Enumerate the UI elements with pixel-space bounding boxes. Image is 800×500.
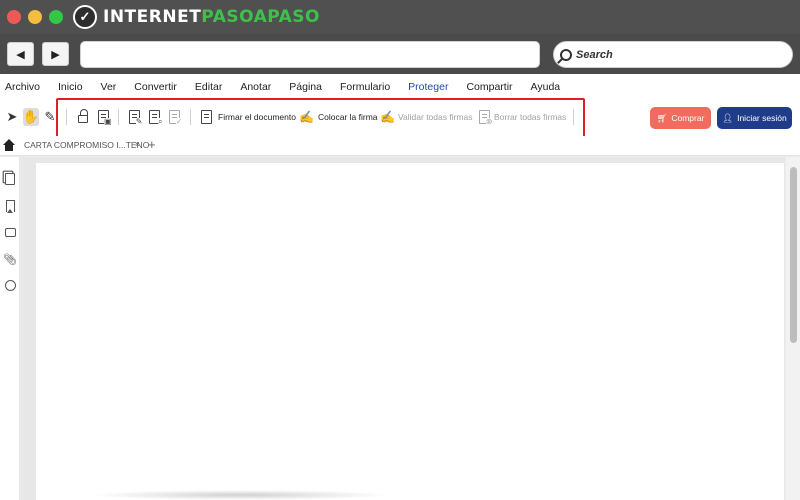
navigation-bar: ◀ ▶ Search (0, 34, 800, 74)
cart-icon: 🛒︎ (656, 112, 668, 123)
layers-icon (4, 280, 16, 291)
login-button-label: Iniciar sesión (737, 113, 787, 123)
paperclip-icon: 📎︎ (3, 254, 17, 266)
document-page[interactable] (36, 163, 784, 500)
menu-anotar[interactable]: Anotar (240, 81, 271, 93)
select-tool-button[interactable]: ➤ (4, 108, 20, 126)
menu-bar: Archivo Inicio Ver Convertir Editar Anot… (0, 74, 800, 100)
comments-panel-button[interactable] (4, 226, 16, 239)
window-controls (7, 10, 63, 24)
hand-tool-button[interactable]: ✋ (23, 108, 39, 126)
menu-ayuda[interactable]: Ayuda (531, 81, 561, 93)
left-sidebar: 📎︎ (0, 157, 20, 500)
add-tab-icon[interactable]: + (148, 137, 156, 152)
address-bar[interactable] (80, 41, 540, 68)
buy-button-label: Comprar (671, 113, 705, 123)
site-logo: ✓ INTERNETPASOAPASO (73, 5, 320, 29)
window-maximize-button[interactable] (49, 10, 63, 24)
buy-button[interactable]: 🛒︎ Comprar (650, 107, 711, 129)
logo-text: INTERNETPASOAPASO (103, 7, 320, 27)
window-close-button[interactable] (7, 10, 21, 24)
edit-icon: ✎ (44, 109, 56, 124)
menu-convertir[interactable]: Convertir (134, 81, 177, 93)
menu-pagina[interactable]: Página (289, 81, 322, 93)
back-button[interactable]: ◀ (7, 42, 34, 66)
login-button[interactable]: 👤︎ Iniciar sesión (717, 107, 792, 129)
back-arrow-icon: ◀ (16, 48, 25, 61)
forward-button[interactable]: ▶ (42, 42, 69, 66)
menu-ver[interactable]: Ver (101, 81, 117, 93)
search-icon (560, 48, 572, 61)
menu-inicio[interactable]: Inicio (58, 81, 83, 93)
pointer-icon: ➤ (6, 109, 18, 124)
forward-arrow-icon: ▶ (51, 48, 60, 61)
window-minimize-button[interactable] (28, 10, 42, 24)
search-input[interactable]: Search (553, 41, 793, 68)
hand-icon: ✋ (22, 109, 40, 124)
close-tab-icon[interactable]: × (135, 140, 140, 149)
menu-archivo[interactable]: Archivo (5, 81, 40, 93)
menu-editar[interactable]: Editar (195, 81, 222, 93)
pages-panel-button[interactable] (4, 172, 16, 185)
user-icon: 👤︎ (722, 112, 734, 123)
highlight-annotation (56, 98, 585, 139)
menu-proteger[interactable]: Proteger (408, 81, 448, 93)
layers-panel-button[interactable] (4, 279, 16, 292)
bookmarks-panel-button[interactable] (4, 199, 16, 213)
bookmark-icon (5, 199, 15, 213)
home-icon[interactable] (3, 139, 15, 151)
attachments-panel-button[interactable]: 📎︎ (3, 253, 17, 266)
pages-icon (5, 172, 15, 185)
logo-icon: ✓ (73, 5, 97, 29)
logo-text-prefix: INTERNET (103, 7, 202, 27)
search-placeholder: Search (576, 48, 613, 61)
comment-icon (4, 228, 16, 237)
scrollbar-thumb[interactable] (790, 167, 797, 343)
menu-compartir[interactable]: Compartir (466, 81, 512, 93)
document-tab[interactable]: CARTA COMPROMISO I...TENO (24, 140, 149, 150)
title-bar: ✓ INTERNETPASOAPASO (0, 0, 800, 34)
logo-text-accent: PASOAPASO (201, 7, 320, 27)
page-content-blur (90, 490, 390, 500)
menu-formulario[interactable]: Formulario (340, 81, 390, 93)
document-tab-strip: CARTA COMPROMISO I...TENO × + (0, 136, 800, 156)
